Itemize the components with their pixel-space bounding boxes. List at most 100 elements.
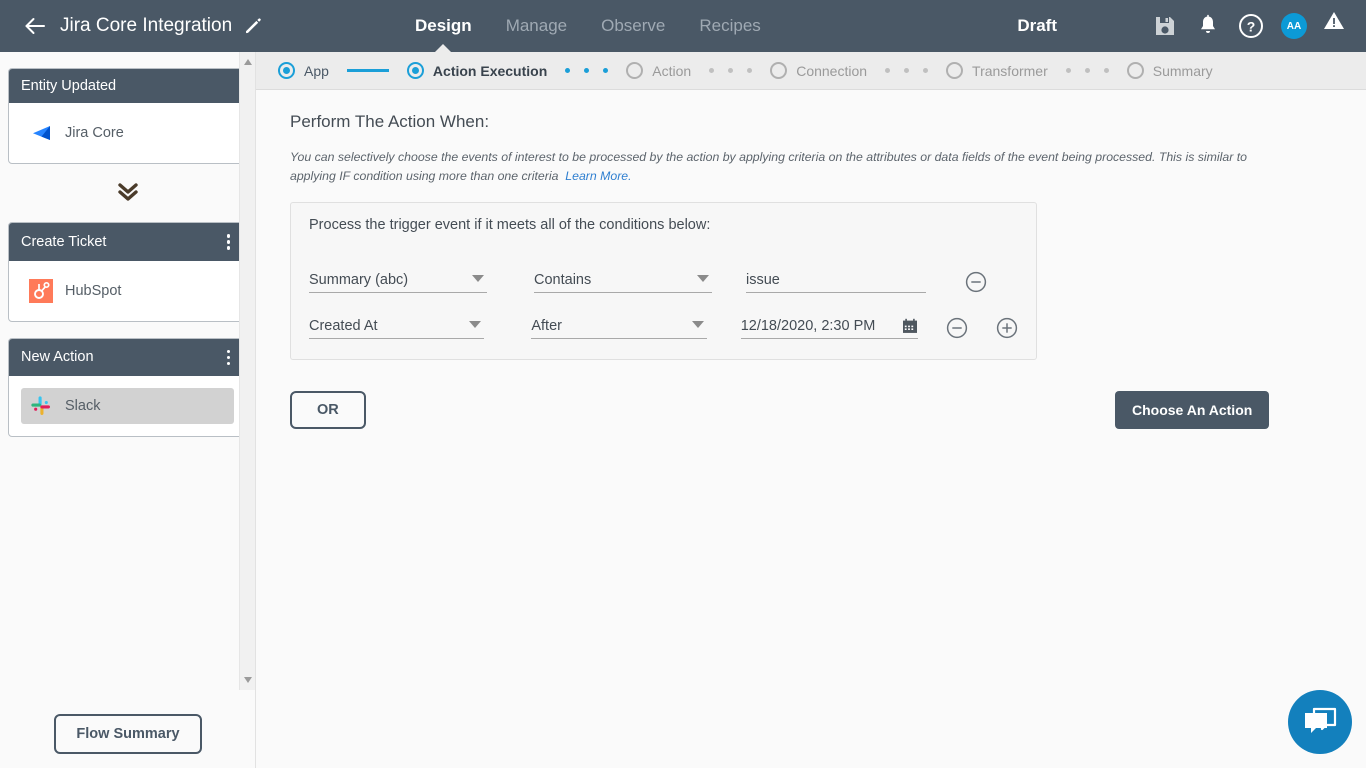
minus-circle-icon[interactable] <box>965 271 987 293</box>
header-left: Jira Core Integration <box>0 15 400 37</box>
hubspot-icon <box>29 278 53 303</box>
minus-circle-icon[interactable] <box>946 317 968 339</box>
operator-select[interactable]: After <box>531 313 707 339</box>
app-root: Jira Core Integration Design Manage Obse… <box>0 0 1366 768</box>
node-menu-icon[interactable] <box>223 232 235 252</box>
chevron-down-icon <box>697 275 709 282</box>
flow-node-body: HubSpot <box>9 261 246 321</box>
flow-summary-button[interactable]: Flow Summary <box>54 714 202 754</box>
tab-recipes-label: Recipes <box>699 16 761 35</box>
attribute-select-value: Summary (abc) <box>309 271 409 288</box>
flow-node-app-label: HubSpot <box>65 282 122 299</box>
svg-text:?: ? <box>1247 19 1256 35</box>
operator-select-value: Contains <box>534 271 592 288</box>
step-summary-label: Summary <box>1152 62 1213 79</box>
flow-node-header: Create Ticket <box>9 223 246 261</box>
node-menu-icon[interactable] <box>223 348 235 368</box>
attribute-select[interactable]: Summary (abc) <box>309 267 487 293</box>
flow-node-header: Entity Updated <box>9 69 246 103</box>
step-app[interactable]: App <box>278 62 329 79</box>
flow-node-body: Slack <box>9 376 246 436</box>
conditions-title: Process the trigger event if it meets al… <box>309 217 711 233</box>
step-action-execution-label: Action Execution <box>432 62 548 79</box>
calendar-icon[interactable] <box>902 318 918 334</box>
step-app-label: App <box>304 62 329 79</box>
flow-node-new-action[interactable]: New Action Slack <box>8 337 247 437</box>
condition-value-input[interactable]: issue <box>746 267 926 293</box>
app-header: Jira Core Integration Design Manage Obse… <box>0 0 1366 52</box>
step-connection-label: Connection <box>796 62 868 79</box>
description-text: You can selectively choose the events of… <box>290 150 1247 183</box>
condition-datetime-value: 12/18/2020, 2:30 PM <box>740 317 876 334</box>
flow-node-title: Entity Updated <box>21 78 117 94</box>
step-transformer[interactable]: Transformer <box>946 62 1048 79</box>
tab-design[interactable]: Design <box>413 0 474 52</box>
header-right: Draft ? AA <box>1017 12 1366 39</box>
content-area: Perform The Action When: You can selecti… <box>256 90 1366 429</box>
pencil-icon[interactable] <box>244 17 262 35</box>
scroll-up-arrow-icon[interactable] <box>240 54 256 70</box>
step-radio-icon <box>626 62 644 79</box>
flow-sidebar: Entity Updated Jira Core Create Ticket H… <box>0 52 256 768</box>
learn-more-link[interactable]: Learn More. <box>565 169 631 183</box>
avatar[interactable]: AA <box>1281 13 1307 39</box>
tab-observe-label: Observe <box>601 16 666 35</box>
page-title: Jira Core Integration <box>60 15 233 36</box>
step-action-execution[interactable]: Action Execution <box>406 62 548 79</box>
or-button[interactable]: OR <box>290 391 366 429</box>
save-icon[interactable] <box>1152 13 1178 39</box>
condition-row: Summary (abc) Contains issue <box>309 247 1018 293</box>
main-content: App Action Execution Action Connection T… <box>256 52 1366 768</box>
step-radio-icon <box>946 62 964 79</box>
back-arrow-icon[interactable] <box>24 15 46 37</box>
operator-select[interactable]: Contains <box>534 267 712 293</box>
step-summary[interactable]: Summary <box>1126 62 1213 79</box>
step-connector-dots <box>1065 68 1109 73</box>
step-connector-dots <box>709 68 753 73</box>
wizard-stepper: App Action Execution Action Connection T… <box>256 52 1366 90</box>
plus-circle-icon[interactable] <box>996 317 1018 339</box>
header-tabs: Design Manage Observe Recipes <box>413 0 763 52</box>
flow-node-entity-updated[interactable]: Entity Updated Jira Core <box>8 68 247 164</box>
step-connector-dots <box>565 68 609 73</box>
step-radio-icon <box>1126 62 1144 79</box>
step-connection[interactable]: Connection <box>770 62 867 79</box>
chevron-down-icon <box>472 275 484 282</box>
help-icon[interactable]: ? <box>1238 13 1264 39</box>
section-description: You can selectively choose the events of… <box>290 148 1285 186</box>
step-action-label: Action <box>652 62 692 79</box>
flow-node-app-row[interactable]: HubSpot <box>21 273 234 309</box>
tab-recipes[interactable]: Recipes <box>697 0 762 52</box>
chevron-down-icon <box>691 321 704 328</box>
step-radio-icon <box>278 62 295 79</box>
step-radio-icon <box>406 62 424 79</box>
attribute-select-value: Created At <box>309 317 378 334</box>
flow-node-app-row[interactable]: Slack <box>21 388 234 424</box>
step-action[interactable]: Action <box>626 62 691 79</box>
tab-design-label: Design <box>415 16 472 35</box>
section-title: Perform The Action When: <box>290 112 490 131</box>
attribute-select[interactable]: Created At <box>309 313 485 339</box>
slack-icon <box>29 394 53 418</box>
condition-row: Created At After 12/18/2020, 2:30 PM <box>309 293 1018 339</box>
flow-node-title: Create Ticket <box>21 233 107 250</box>
condition-value-text: issue <box>746 271 780 288</box>
choose-an-action-button[interactable]: Choose An Action <box>1115 391 1270 429</box>
condition-datetime-input[interactable]: 12/18/2020, 2:30 PM <box>740 313 918 339</box>
flow-node-app-row[interactable]: Jira Core <box>21 115 234 151</box>
flow-node-body: Jira Core <box>9 103 246 163</box>
tab-manage[interactable]: Manage <box>504 0 569 52</box>
sidebar-scrollbar[interactable] <box>239 52 255 690</box>
flow-node-title: New Action <box>21 349 94 366</box>
flow-node-create-ticket[interactable]: Create Ticket HubSpot <box>8 222 247 322</box>
step-radio-icon <box>770 62 788 79</box>
flow-node-app-label: Slack <box>65 398 101 414</box>
notification-bell-icon[interactable] <box>1195 13 1221 39</box>
scroll-down-arrow-icon[interactable] <box>240 672 256 688</box>
avatar-initials: AA <box>1286 20 1302 32</box>
double-chevron-down-icon[interactable] <box>0 178 255 206</box>
warning-icon[interactable] <box>1322 9 1346 33</box>
flow-node-app-label: Jira Core <box>65 125 124 141</box>
tab-observe[interactable]: Observe <box>599 0 667 52</box>
chat-bubbles-icon[interactable] <box>1288 690 1352 754</box>
